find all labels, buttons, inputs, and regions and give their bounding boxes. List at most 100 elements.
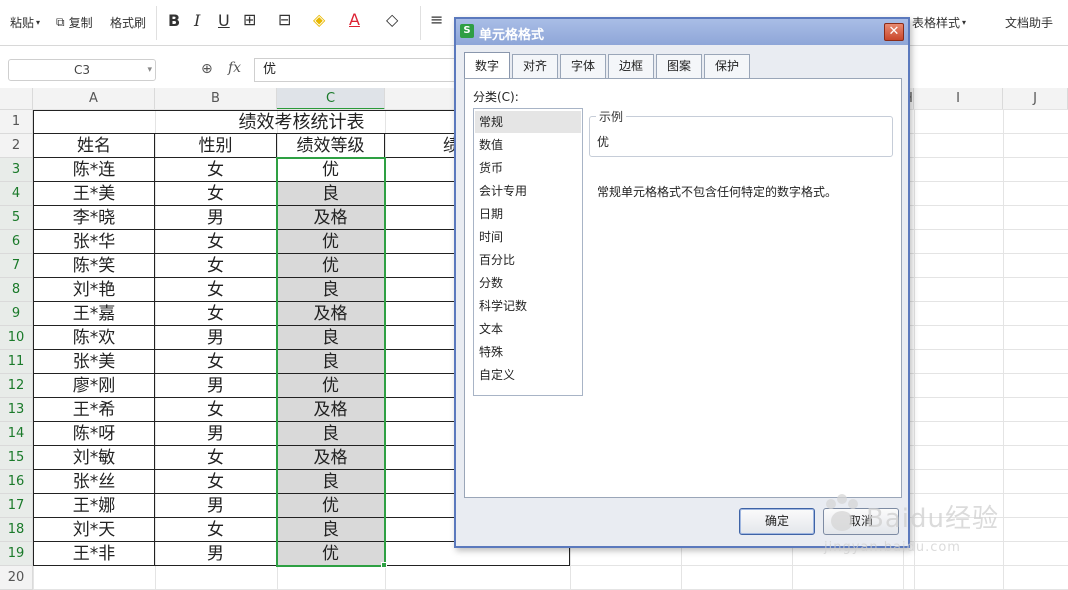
row-header[interactable]: 7 — [0, 254, 33, 278]
row-header[interactable]: 18 — [0, 518, 33, 542]
table-cell[interactable]: 女 — [155, 182, 277, 206]
row-header[interactable]: 19 — [0, 542, 33, 566]
table-cell[interactable]: 刘*敏 — [33, 446, 155, 470]
table-cell[interactable]: 王*嘉 — [33, 302, 155, 326]
doc-assistant-button[interactable]: 文档助手 — [1005, 14, 1053, 31]
fx-icon[interactable]: fx — [228, 60, 241, 76]
category-item[interactable]: 数值 — [475, 134, 581, 156]
category-item[interactable]: 科学记数 — [475, 295, 581, 317]
table-cell[interactable]: 良 — [277, 326, 385, 350]
table-cell[interactable]: 张*华 — [33, 230, 155, 254]
tab-number[interactable]: 数字 — [464, 52, 510, 78]
column-header[interactable]: J — [1003, 88, 1068, 110]
tab-protection[interactable]: 保护 — [704, 54, 750, 78]
table-cell[interactable]: 陈*欢 — [33, 326, 155, 350]
category-list[interactable]: 常规 数值 货币 会计专用 日期 时间 百分比 分数 科学记数 文本 特殊 自定义 — [473, 108, 583, 396]
table-cell[interactable]: 优 — [277, 494, 385, 518]
table-cell[interactable]: 良 — [277, 182, 385, 206]
table-cell[interactable]: 及格 — [277, 206, 385, 230]
category-item[interactable]: 时间 — [475, 226, 581, 248]
row-header[interactable]: 17 — [0, 494, 33, 518]
table-cell[interactable]: 女 — [155, 398, 277, 422]
fill-handle[interactable] — [381, 562, 387, 568]
header-cell[interactable]: 姓名 — [33, 134, 155, 158]
column-header[interactable]: B — [155, 88, 277, 110]
name-box[interactable]: C3 ▾ — [8, 59, 156, 81]
table-cell[interactable]: 女 — [155, 230, 277, 254]
row-header[interactable]: 10 — [0, 326, 33, 350]
copy-button[interactable]: ⧉ 复制 — [56, 14, 93, 31]
row-header[interactable]: 9 — [0, 302, 33, 326]
table-cell[interactable]: 女 — [155, 350, 277, 374]
table-cell[interactable]: 男 — [155, 206, 277, 230]
table-cell[interactable]: 女 — [155, 518, 277, 542]
align-left-icon[interactable]: ≡ — [430, 10, 443, 29]
ok-button[interactable]: 确定 — [739, 508, 815, 535]
table-cell[interactable]: 及格 — [277, 398, 385, 422]
formula-input[interactable]: 优 — [254, 58, 464, 82]
table-cell[interactable]: 女 — [155, 254, 277, 278]
table-cell[interactable]: 男 — [155, 374, 277, 398]
table-cell[interactable]: 良 — [277, 350, 385, 374]
table-cell[interactable]: 女 — [155, 278, 277, 302]
row-header[interactable]: 3 — [0, 158, 33, 182]
chevron-down-icon[interactable]: ▾ — [147, 60, 152, 80]
category-item[interactable]: 日期 — [475, 203, 581, 225]
tab-border[interactable]: 边框 — [608, 54, 654, 78]
table-cell[interactable]: 刘*天 — [33, 518, 155, 542]
table-cell[interactable]: 王*非 — [33, 542, 155, 566]
category-item[interactable]: 文本 — [475, 318, 581, 340]
table-cell[interactable]: 张*丝 — [33, 470, 155, 494]
table-cell[interactable]: 及格 — [277, 446, 385, 470]
table-cell[interactable]: 女 — [155, 302, 277, 326]
category-item[interactable]: 货币 — [475, 157, 581, 179]
table-cell[interactable]: 陈*笑 — [33, 254, 155, 278]
row-header[interactable]: 15 — [0, 446, 33, 470]
tab-font[interactable]: 字体 — [560, 54, 606, 78]
table-style-button[interactable]: 表格样式 ▾ — [912, 14, 966, 31]
paste-button[interactable]: 粘贴 ▾ — [10, 14, 40, 31]
table-cell[interactable]: 良 — [277, 422, 385, 446]
table-cell[interactable]: 陈*连 — [33, 158, 155, 182]
table-cell[interactable]: 王*希 — [33, 398, 155, 422]
category-item[interactable]: 特殊 — [475, 341, 581, 363]
underline-button[interactable]: U — [218, 11, 230, 30]
dialog-titlebar[interactable]: S 单元格格式 ✕ — [456, 19, 908, 45]
table-cell[interactable]: 廖*刚 — [33, 374, 155, 398]
table-cell[interactable]: 良 — [277, 278, 385, 302]
zoom-formula-icon[interactable]: ⊕ — [201, 61, 213, 77]
table-cell[interactable]: 李*晓 — [33, 206, 155, 230]
table-cell[interactable]: 男 — [155, 542, 277, 566]
border-icon[interactable]: ⊞ — [243, 10, 256, 29]
table-cell[interactable]: 女 — [155, 470, 277, 494]
table-cell[interactable]: 陈*呀 — [33, 422, 155, 446]
table-cell[interactable]: 男 — [155, 494, 277, 518]
category-item[interactable]: 自定义 — [475, 364, 581, 386]
table-cell[interactable]: 优 — [277, 254, 385, 278]
fill-color-icon[interactable]: ◈ — [313, 10, 325, 29]
category-item[interactable]: 常规 — [475, 111, 581, 133]
table-cell[interactable]: 及格 — [277, 302, 385, 326]
table-cell[interactable]: 女 — [155, 158, 277, 182]
table-cell[interactable]: 良 — [277, 470, 385, 494]
row-header[interactable]: 8 — [0, 278, 33, 302]
tab-alignment[interactable]: 对齐 — [512, 54, 558, 78]
table-cell[interactable]: 优 — [277, 542, 385, 566]
category-item[interactable]: 会计专用 — [475, 180, 581, 202]
merge-icon[interactable]: ⊟ — [278, 10, 291, 29]
row-header[interactable]: 11 — [0, 350, 33, 374]
row-header[interactable]: 13 — [0, 398, 33, 422]
select-all-corner[interactable] — [0, 88, 33, 110]
table-cell[interactable]: 女 — [155, 446, 277, 470]
table-cell[interactable]: 良 — [277, 518, 385, 542]
tab-pattern[interactable]: 图案 — [656, 54, 702, 78]
column-header[interactable]: C — [277, 88, 385, 110]
row-header[interactable]: 12 — [0, 374, 33, 398]
table-cell[interactable]: 男 — [155, 326, 277, 350]
table-cell[interactable]: 优 — [277, 158, 385, 182]
column-header[interactable]: A — [33, 88, 155, 110]
table-cell[interactable]: 优 — [277, 230, 385, 254]
format-painter-button[interactable]: 格式刷 — [110, 14, 146, 31]
close-icon[interactable]: ✕ — [884, 23, 904, 41]
font-color-icon[interactable]: A — [349, 10, 360, 29]
